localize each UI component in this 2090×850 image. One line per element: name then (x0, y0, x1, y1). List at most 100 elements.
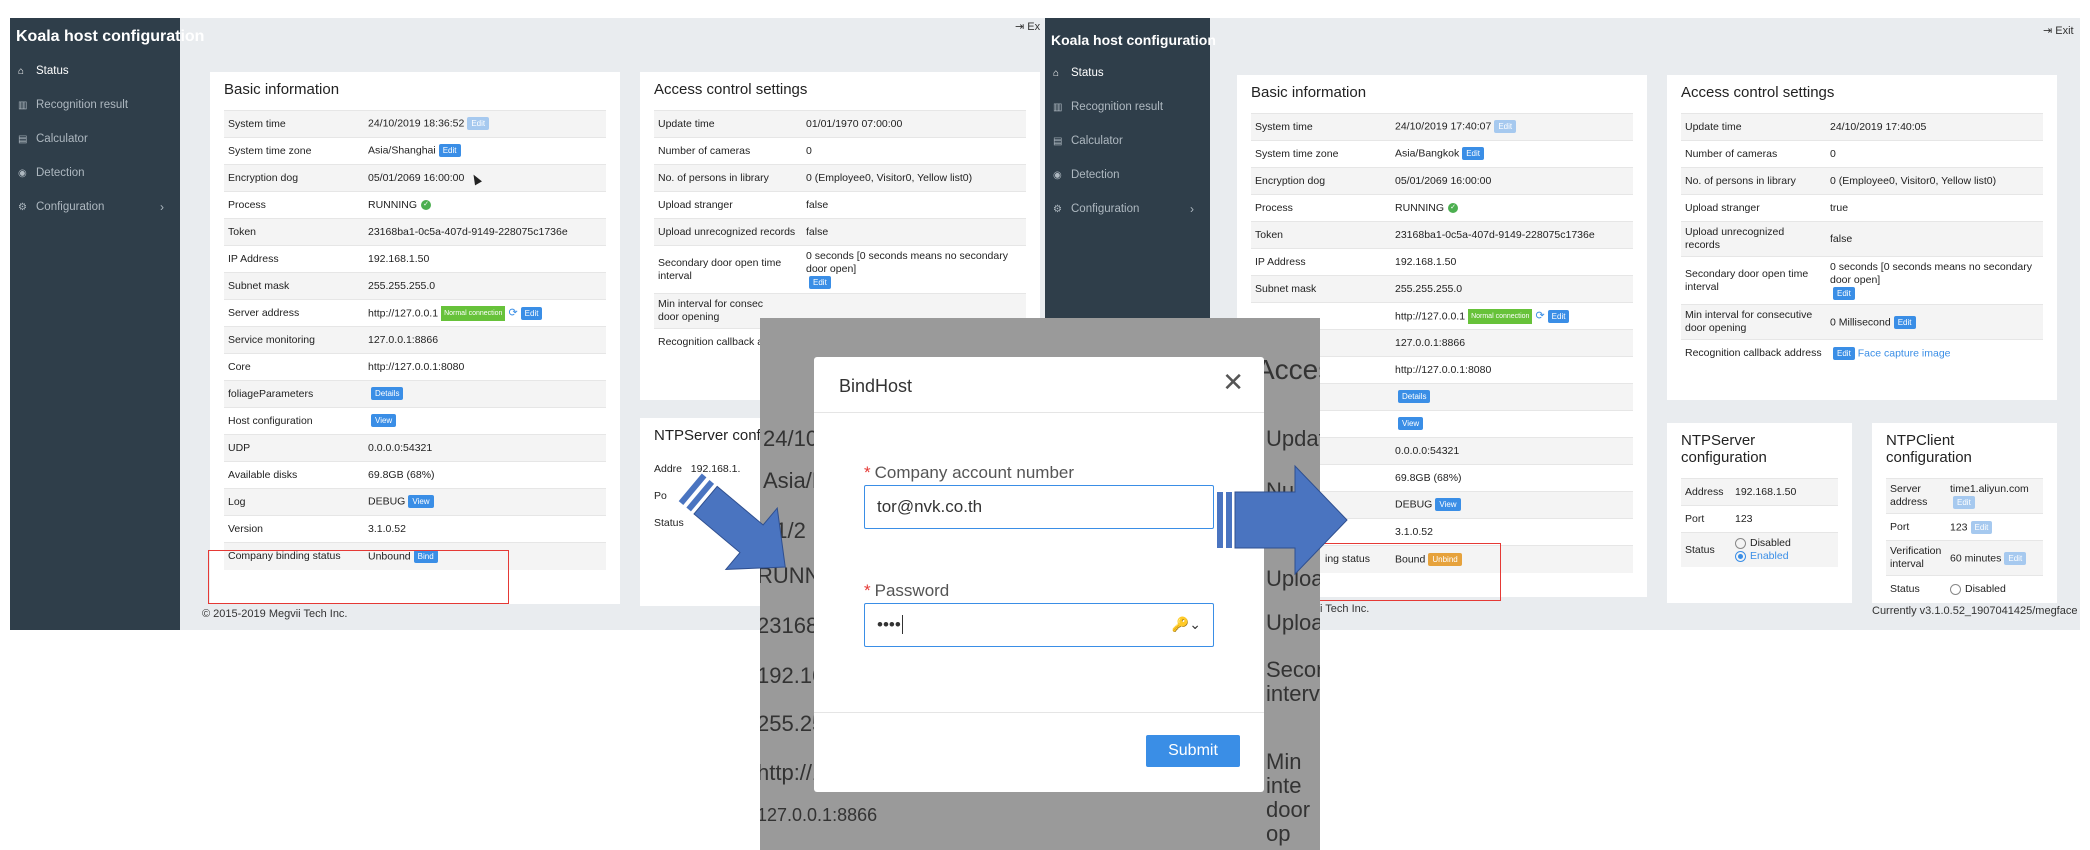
sidebar-item-detection[interactable]: ◉ Detection (1045, 158, 1210, 192)
divider (814, 412, 1264, 413)
edit-server-button[interactable]: Edit (520, 306, 543, 320)
sidebar-item-calculator[interactable]: ▤ Calculator (1045, 124, 1210, 158)
face-capture-link[interactable]: Face capture image (1858, 347, 1951, 359)
account-input[interactable]: tor@nvk.co.th (864, 485, 1214, 529)
details-button[interactable]: Details (371, 387, 404, 401)
sidebar-item-calculator[interactable]: ▤ Calculator (10, 122, 180, 156)
calculator-icon: ▤ (18, 134, 28, 145)
password-label: * Password (864, 581, 950, 600)
sidebar-item-recognition[interactable]: ▥ Recognition result (1045, 90, 1210, 124)
table-row: UDP 0.0.0.0:54321 (224, 434, 606, 462)
edit-verification-button[interactable]: Edit (2004, 551, 2027, 565)
radio-disabled[interactable] (1735, 537, 1746, 549)
table-row: Server address http://127.0.0.1 Normal con… (224, 299, 606, 327)
home-icon: ⌂ (1053, 68, 1060, 79)
refresh-icon[interactable]: ⟳ (508, 307, 517, 319)
exit-button[interactable]: ⇥ Ex (1015, 20, 1040, 33)
card-title: Access control settings (1681, 84, 1835, 101)
edit-port-button[interactable]: Edit (1970, 520, 1993, 534)
table-row: Encryption dog 05/01/2069 16:00:00 (1251, 167, 1633, 195)
edit-timezone-button[interactable]: Edit (438, 144, 461, 158)
basic-info-table: System time 24/10/2019 18:36:52 Edit Syste… (224, 110, 606, 570)
exit-button[interactable]: ⇥ Exit (2043, 24, 2074, 37)
table-row: IP Address 192.168.1.50 (1251, 248, 1633, 276)
radio-enabled[interactable] (1735, 550, 1746, 562)
table-row: No. of persons in library 0 (Employee0, V… (654, 164, 1026, 192)
table-row: Min interval for consecutive door openin… (1681, 304, 2043, 340)
table-row: Status Disabled Enabled (1681, 532, 1838, 567)
table-row: IP Address 192.168.1.50 (224, 245, 606, 273)
table-row: Token 23168ba1-0c5a-407d-9149-228075c1736… (1251, 221, 1633, 249)
refresh-icon[interactable]: ⟳ (1535, 310, 1544, 322)
ntp-client-card: NTPClient configuration Server address ti… (1872, 423, 2057, 603)
table-row: Port 123 (1681, 505, 1838, 533)
dialog-title: BindHost (839, 376, 913, 396)
gears-icon: ⚙ (1053, 204, 1062, 215)
table-row: Upload stranger false (654, 191, 1026, 219)
table-row: Server address time1.aliyun.com Edit (1886, 477, 2043, 514)
ntp-server-table: Address 192.168.1.50 Port 123 Status Disabl… (1681, 478, 1838, 567)
close-icon[interactable]: ✕ (1222, 369, 1244, 395)
table-row: No. of persons in library 0 (Employee0, V… (1681, 167, 2043, 195)
sidebar-item-status[interactable]: ⌂ Status (1045, 56, 1210, 90)
view-host-config-button[interactable]: View (1398, 417, 1424, 431)
sidebar-item-recognition[interactable]: ▥ Recognition result (10, 88, 180, 122)
edit-server-button[interactable]: Edit (1547, 309, 1570, 323)
table-row: Token 23168ba1-0c5a-407d-9149-228075c1736… (224, 218, 606, 246)
table-row: Secondary door open time interval 0 secon… (1681, 255, 2043, 305)
home-icon: ⌂ (18, 66, 25, 77)
submit-button[interactable]: Submit (1146, 735, 1240, 767)
sidebar-item-configuration[interactable]: ⚙ Configuration › (1045, 192, 1210, 226)
chevron-right-icon: › (1190, 202, 1194, 216)
table-row: Core http://127.0.0.1:8080 (224, 353, 606, 381)
edit-interval-button[interactable]: Edit (1833, 287, 1855, 300)
view-log-button[interactable]: View (408, 495, 434, 509)
ntp-server-card: NTPServer configuration Address 192.168.1… (1667, 423, 1852, 603)
table-row: System time 24/10/2019 18:36:52 Edit (224, 110, 606, 138)
edit-server-address-button[interactable]: Edit (1953, 496, 1975, 509)
card-title: NTPClient configuration (1886, 432, 1972, 466)
table-row: Encryption dog 05/01/2069 16:00:00 (224, 164, 606, 192)
version-text: Currently v3.1.0.52_1907041425/megface (1872, 605, 2078, 617)
table-row: Version 3.1.0.52 (224, 515, 606, 543)
table-row: Process RUNNING ✓ (224, 191, 606, 219)
sidebar-item-configuration[interactable]: ⚙ Configuration › (10, 190, 180, 224)
edit-min-interval-button[interactable]: Edit (1893, 315, 1916, 329)
sidebar-item-detection[interactable]: ◉ Detection (10, 156, 180, 190)
table-row: Log DEBUG View (224, 488, 606, 516)
table-row: Upload stranger true (1681, 194, 2043, 222)
password-input[interactable]: •••• 🔑⌄ (864, 603, 1214, 647)
details-button[interactable]: Details (1398, 390, 1431, 404)
radio-disabled[interactable] (1950, 583, 1961, 595)
access-control-table: Update time 24/10/2019 17:40:05 Number of… (1681, 113, 2043, 367)
account-label: * Company account number (864, 463, 1075, 482)
arrow-right-icon (1217, 464, 1348, 576)
table-row: System time zone Asia/Bangkok Edit (1251, 140, 1633, 168)
view-host-config-button[interactable]: View (371, 414, 397, 428)
divider (814, 712, 1264, 713)
edit-interval-button[interactable]: Edit (809, 276, 831, 289)
connection-badge: Normal connection (441, 305, 506, 321)
view-log-button[interactable]: View (1435, 498, 1461, 512)
table-row: Status Disabled (1886, 575, 2043, 603)
card-title: Access control settings (654, 81, 808, 98)
table-row: Secondary door open time interval 0 secon… (654, 244, 1026, 294)
table-row: Recognition callback address Edit Face ca… (1681, 339, 2043, 367)
arrow-left-icon (678, 473, 786, 570)
bar-chart-icon: ▥ (18, 100, 28, 111)
edit-timezone-button[interactable]: Edit (1462, 147, 1485, 161)
edit-time-button[interactable]: Edit (467, 117, 490, 131)
table-row: Port 123 Edit (1886, 513, 2043, 541)
app-title: Koala host configuration (1051, 32, 1216, 48)
table-row: System time 24/10/2019 17:40:07 Edit (1251, 113, 1633, 141)
edit-callback-button[interactable]: Edit (1833, 346, 1855, 360)
connection-badge: Normal connection (1468, 308, 1533, 324)
eye-icon: ◉ (1053, 170, 1062, 181)
edit-time-button[interactable]: Edit (1494, 120, 1517, 134)
key-icon[interactable]: 🔑⌄ (1172, 604, 1201, 645)
ntp-client-table: Server address time1.aliyun.com Edit Port 1… (1886, 477, 2043, 603)
card-title: Basic information (224, 81, 340, 98)
copyright: © 2015-2019 Megvii Tech Inc. (202, 608, 348, 620)
table-row: Service monitoring 127.0.0.1:8866 (224, 326, 606, 354)
sidebar-item-status[interactable]: ⌂ Status (10, 54, 180, 88)
